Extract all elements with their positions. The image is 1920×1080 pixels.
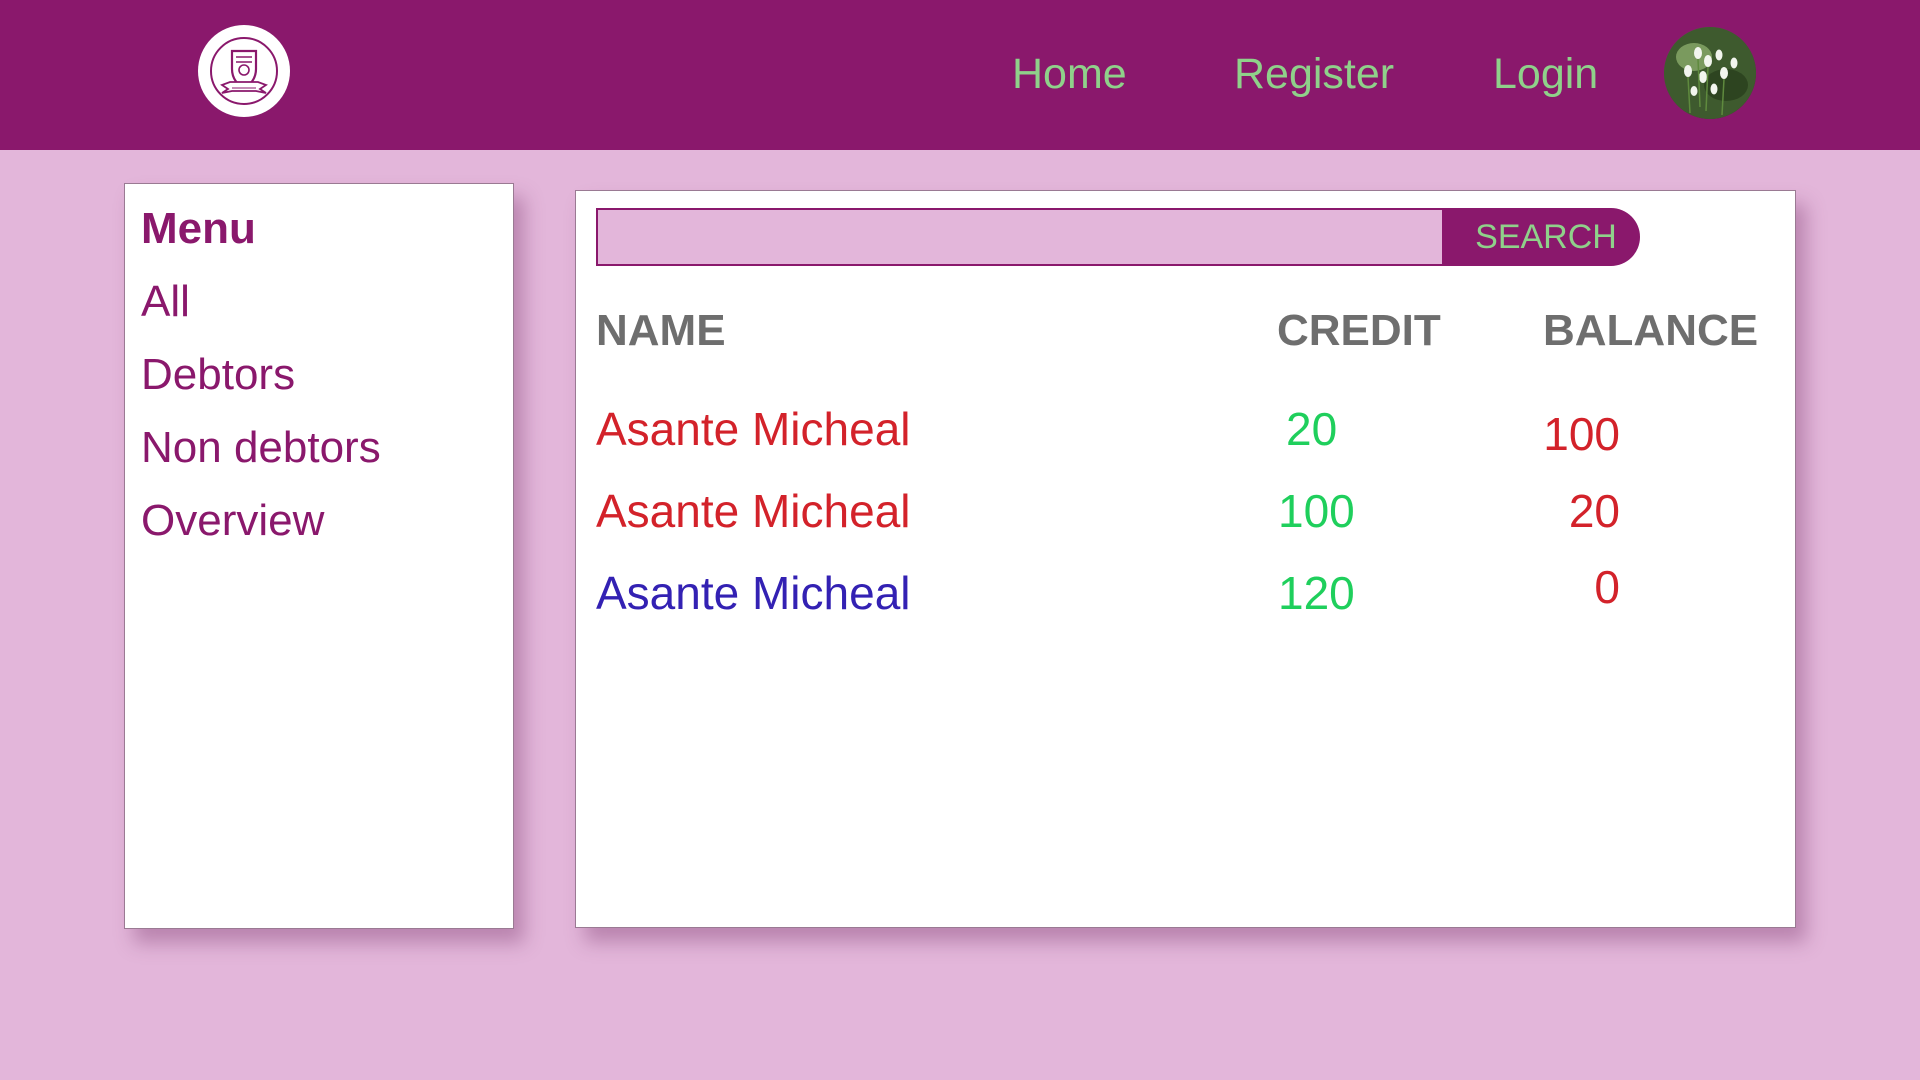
row-credit: 100 xyxy=(1278,485,1355,537)
school-crest-logo[interactable] xyxy=(198,25,290,117)
nav-login-link[interactable]: Login xyxy=(1493,46,1598,102)
row-balance: 100 xyxy=(1543,408,1620,460)
top-navbar: Home Register Login xyxy=(0,0,1920,150)
row-balance: 20 xyxy=(1568,485,1620,537)
column-header-balance: BALANCE xyxy=(1543,306,1759,355)
nav-home-link[interactable]: Home xyxy=(1012,46,1127,102)
sidebar-item-non-debtors[interactable]: Non debtors xyxy=(141,423,381,473)
row-balance: 0 xyxy=(1594,561,1620,613)
user-avatar[interactable] xyxy=(1664,27,1756,119)
search-input[interactable] xyxy=(596,208,1442,266)
nav-register-link[interactable]: Register xyxy=(1234,46,1394,102)
column-header-name: NAME xyxy=(596,306,726,355)
row-credit: 120 xyxy=(1278,567,1355,619)
user-avatar-photo-icon xyxy=(1664,27,1756,119)
menu-title: Menu xyxy=(141,204,256,253)
row-credit: 20 xyxy=(1286,403,1338,455)
sidebar-item-all[interactable]: All xyxy=(141,277,190,327)
search-button[interactable]: SEARCH xyxy=(1442,208,1640,266)
main-panel: SEARCH NAME CREDIT BALANCE Asante Michea… xyxy=(575,190,1796,928)
sidebar-item-debtors[interactable]: Debtors xyxy=(141,350,295,400)
row-name: Asante Micheal xyxy=(596,567,911,619)
row-name: Asante Micheal xyxy=(596,403,911,455)
school-crest-icon xyxy=(210,37,278,105)
sidebar-menu: Menu All Debtors Non debtors Overview xyxy=(124,183,514,929)
sidebar-item-overview[interactable]: Overview xyxy=(141,496,324,546)
column-header-credit: CREDIT xyxy=(1277,306,1441,355)
row-name: Asante Micheal xyxy=(596,485,911,537)
